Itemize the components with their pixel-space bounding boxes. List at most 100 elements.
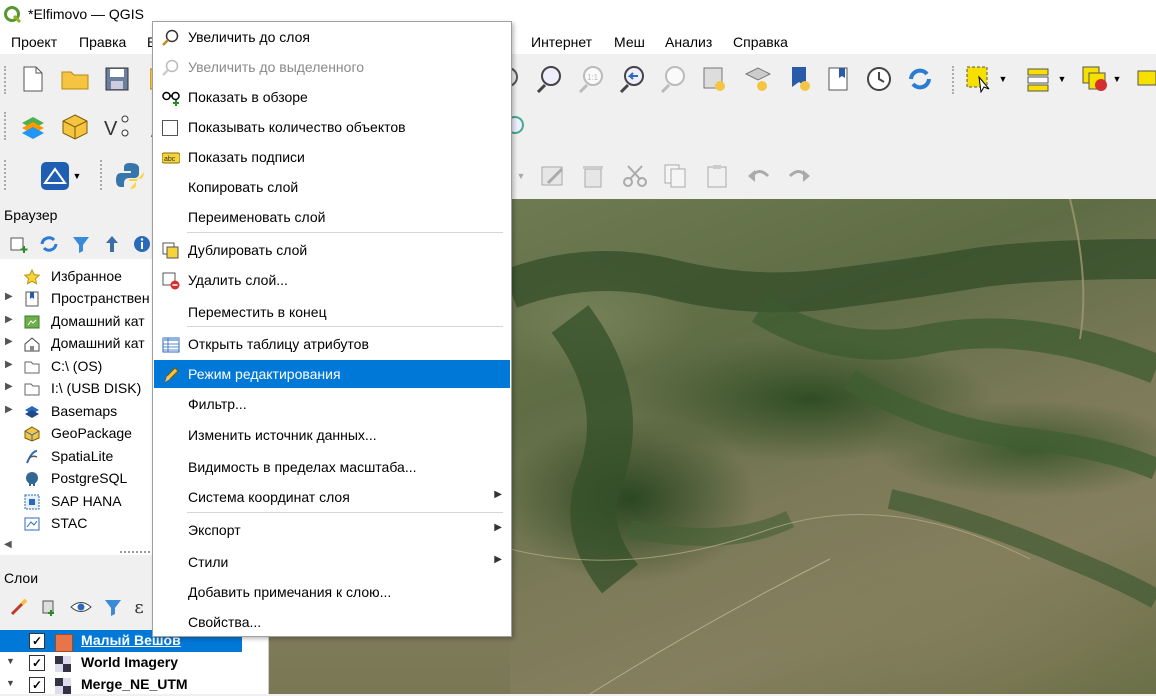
scroll-left-arrow[interactable]: ◀ [4, 539, 12, 550]
menu-item-properties[interactable]: Свойства... [154, 608, 510, 636]
menu-item-styles[interactable]: Стили ▶ [154, 548, 510, 576]
toolbar-grip[interactable] [100, 160, 106, 190]
chevron-down-icon[interactable]: ▼ [996, 64, 1010, 94]
chevron-down-icon[interactable]: ▼ [1055, 64, 1069, 94]
checkbox-icon[interactable] [162, 120, 178, 136]
digitizing-vector-icon[interactable]: V [102, 112, 132, 142]
menu-item-layer-crs[interactable]: Система координат слоя ▶ [154, 483, 510, 511]
menu-item-remove-layer[interactable]: Удалить слой... [154, 266, 510, 294]
zoom-out-icon[interactable] [535, 64, 565, 94]
zoom-to-layer-icon [162, 29, 179, 46]
menu-analysis[interactable]: Анализ [665, 34, 712, 50]
add-layer-icon[interactable] [4, 229, 34, 259]
menu-web[interactable]: Интернет [531, 34, 592, 50]
select-features-icon[interactable] [965, 64, 995, 94]
menu-item-zoom-to-selection[interactable]: Увеличить до выделенного [154, 53, 510, 81]
browser-panel-title: Браузер [4, 207, 58, 223]
expand-arrow-icon[interactable]: ▶ [5, 381, 13, 392]
expand-arrow-icon[interactable]: ▶ [5, 314, 13, 325]
layer-row[interactable]: ▼ ✓ Merge_NE_UTM [0, 674, 268, 696]
new-bookmark-icon[interactable] [700, 64, 730, 94]
expand-arrow-icon[interactable]: ▼ [6, 678, 15, 688]
menu-item-open-attribute-table[interactable]: Открыть таблицу атрибутов [154, 330, 510, 358]
deselect-features-icon[interactable] [1080, 64, 1110, 94]
data-source-manager-icon[interactable] [18, 112, 48, 142]
menu-item-export[interactable]: Экспорт ▶ [154, 516, 510, 544]
refresh-icon[interactable] [905, 64, 935, 94]
filter-icon[interactable] [66, 229, 96, 259]
browser-item-label: Домашний кат [51, 313, 145, 329]
eye-icon[interactable] [66, 592, 96, 622]
new-project-icon[interactable] [18, 64, 48, 94]
collapse-all-icon[interactable] [97, 229, 127, 259]
copy-features-icon[interactable] [660, 161, 690, 191]
zoom-native-icon[interactable]: 1:1 [577, 64, 607, 94]
menu-item-scale-visibility[interactable]: Видимость в пределах масштаба... [154, 453, 510, 481]
paste-features-icon[interactable] [702, 161, 732, 191]
zoom-last-icon[interactable] [618, 64, 648, 94]
menu-item-change-data-source[interactable]: Изменить источник данных... [154, 421, 510, 449]
expression-filter-icon[interactable]: ε [126, 592, 152, 622]
menu-mesh[interactable]: Меш [614, 34, 645, 50]
open-project-icon[interactable] [60, 64, 90, 94]
filter-legend-icon[interactable] [98, 592, 128, 622]
new-geopackage-icon[interactable] [60, 112, 90, 142]
add-group-icon[interactable] [34, 592, 64, 622]
window-title: *Elfimovo — QGIS [28, 6, 144, 22]
menu-edit[interactable]: Правка [79, 34, 126, 50]
menu-item-zoom-to-layer[interactable]: Увеличить до слоя [154, 23, 510, 51]
browser-item-label: SpatiaLite [51, 448, 114, 464]
menu-item-toggle-editing[interactable]: Режим редактирования [154, 360, 510, 388]
expand-arrow-icon[interactable]: ▶ [5, 359, 13, 370]
menu-item-rename-layer[interactable]: Переименовать слой [154, 203, 510, 231]
chevron-down-icon[interactable]: ▼ [1110, 64, 1124, 94]
python-console-icon[interactable] [115, 161, 145, 191]
layer-visibility-checkbox[interactable]: ✓ [29, 677, 45, 693]
layer-row[interactable]: ▼ ✓ World Imagery [0, 652, 268, 674]
layer-visibility-checkbox[interactable]: ✓ [29, 633, 45, 649]
menu-item-add-layer-notes[interactable]: Добавить примечания к слою... [154, 578, 510, 606]
menu-item-show-feature-count[interactable]: Показывать количество объектов [154, 113, 510, 141]
style-manager-icon[interactable] [4, 592, 34, 622]
saphana-icon [24, 494, 40, 510]
temporal-bookmark-icon[interactable] [785, 64, 815, 94]
menu-item-show-labels[interactable]: abc Показать подписи [154, 143, 510, 171]
menu-item-show-in-overview[interactable]: Показать в обзоре [154, 83, 510, 111]
chevron-down-icon[interactable]: ▼ [70, 161, 84, 191]
map-canvas[interactable] [510, 199, 1156, 694]
expand-arrow-icon[interactable]: ▼ [6, 656, 15, 666]
menu-item-label: Изменить источник данных... [188, 427, 377, 443]
menu-item-label: Копировать слой [188, 179, 299, 195]
select-by-attribute-icon[interactable] [1024, 64, 1054, 94]
toolbar-grip[interactable] [4, 66, 10, 94]
clock-icon[interactable] [864, 64, 894, 94]
toolbar-grip[interactable] [4, 112, 10, 140]
menu-project[interactable]: Проект [11, 34, 57, 50]
panel-splitter[interactable] [120, 551, 150, 553]
menu-item-move-to-bottom[interactable]: Переместить в конец [154, 298, 510, 326]
toolbar-grip[interactable] [952, 66, 958, 94]
expand-arrow-icon[interactable]: ▶ [5, 291, 13, 302]
undo-icon[interactable] [744, 161, 774, 191]
zoom-next-icon[interactable] [659, 64, 689, 94]
plugin-icon[interactable] [40, 161, 70, 191]
menu-help[interactable]: Справка [733, 34, 788, 50]
toolbar-partial-icon[interactable] [1134, 64, 1156, 94]
show-bookmarks-icon[interactable] [743, 64, 773, 94]
save-project-icon[interactable] [102, 64, 132, 94]
toolbar-grip[interactable] [4, 160, 10, 190]
menu-item-filter[interactable]: Фильтр... [154, 390, 510, 418]
modify-attributes-icon[interactable] [538, 161, 568, 191]
expand-arrow-icon[interactable]: ▶ [5, 404, 13, 415]
expand-arrow-icon[interactable]: ▶ [5, 336, 13, 347]
bookmark-manager-icon[interactable] [824, 64, 854, 94]
delete-selected-icon[interactable] [578, 161, 608, 191]
cut-features-icon[interactable] [620, 161, 650, 191]
redo-icon[interactable] [784, 161, 814, 191]
refresh-icon[interactable] [34, 229, 64, 259]
menu-item-duplicate-layer[interactable]: Дублировать слой [154, 236, 510, 264]
menu-item-copy-layer[interactable]: Копировать слой [154, 173, 510, 201]
chevron-down-icon[interactable]: ▼ [513, 161, 529, 191]
layer-visibility-checkbox[interactable]: ✓ [29, 655, 45, 671]
attribute-table-icon [162, 337, 180, 353]
